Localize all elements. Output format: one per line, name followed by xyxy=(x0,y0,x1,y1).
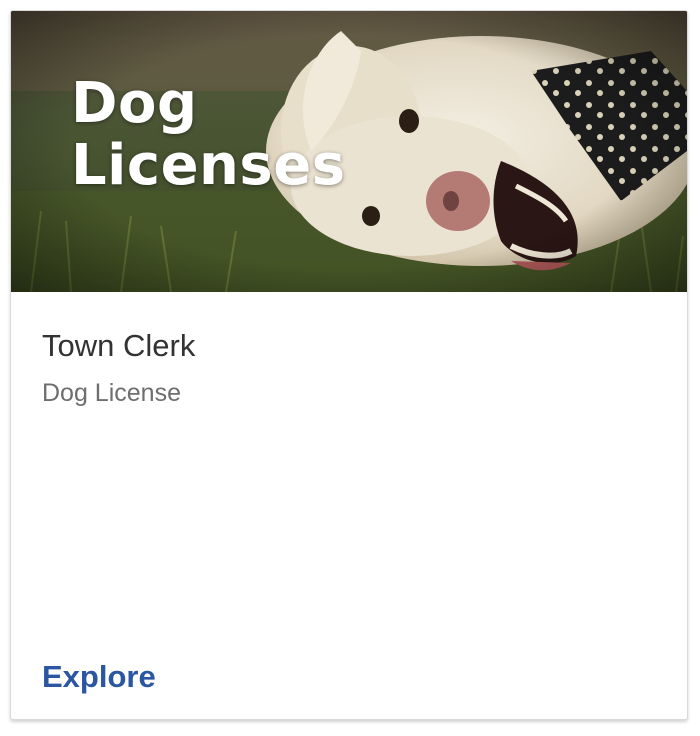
explore-link[interactable]: Explore xyxy=(42,659,156,695)
hero-title: Dog Licenses xyxy=(71,71,346,198)
card-body: Town Clerk Dog License Explore xyxy=(11,292,687,719)
service-name: Dog License xyxy=(42,379,181,407)
service-card[interactable]: Dog Licenses Town Clerk Dog License Expl… xyxy=(10,10,688,720)
hero-banner: Dog Licenses xyxy=(11,11,687,292)
department-name: Town Clerk xyxy=(42,328,196,363)
